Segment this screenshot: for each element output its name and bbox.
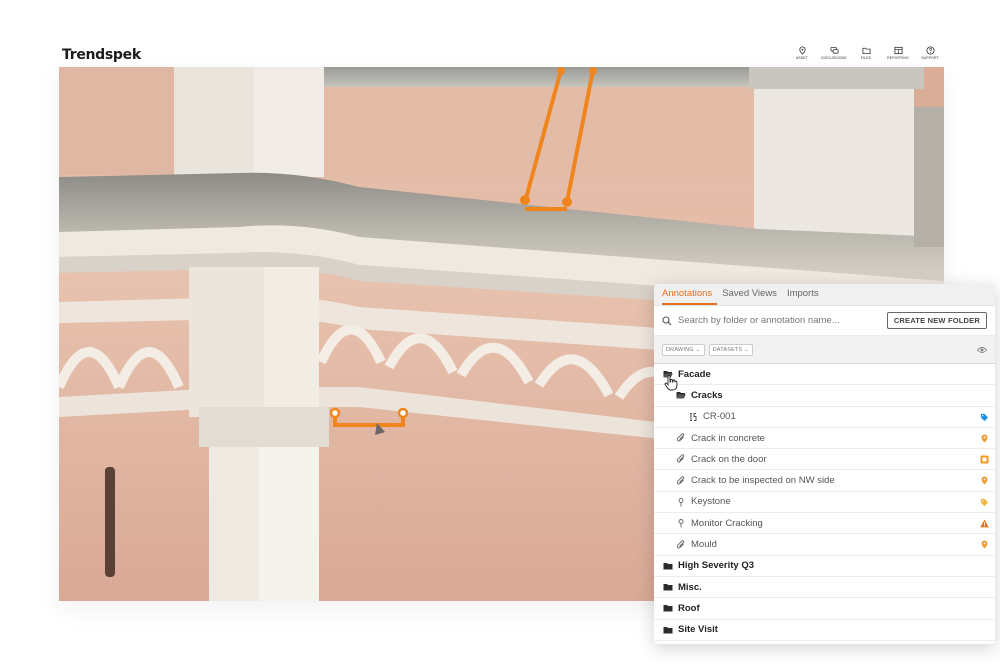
map-pin-icon — [798, 46, 806, 55]
warning-marker-icon[interactable] — [980, 519, 989, 528]
nav-support[interactable]: SUPPORT — [920, 46, 940, 60]
tag-marker-icon[interactable] — [980, 498, 989, 507]
annotation-row-cr-001[interactable]: CR-001 — [654, 407, 995, 428]
datasets-filter-dropdown[interactable]: DATASETS ⌄ — [708, 343, 754, 356]
paperclip-icon — [676, 433, 686, 443]
folder-row-site-visit[interactable]: Site Visit — [654, 620, 995, 641]
tab-imports[interactable]: Imports — [787, 288, 824, 305]
nav-discussions[interactable]: DISCUSSIONS — [821, 46, 847, 60]
chat-icon — [829, 46, 839, 54]
folder-row-high-severity-q3[interactable]: High Severity Q3 — [654, 556, 995, 577]
nav-discussions-label: DISCUSSIONS — [821, 56, 847, 60]
pin-marker-icon[interactable] — [980, 476, 989, 486]
folder-label: High Severity Q3 — [678, 560, 755, 572]
paperclip-icon — [676, 539, 686, 550]
annotation-label: Crack in concrete — [691, 432, 765, 444]
chevron-down-icon: ⌄ — [695, 346, 701, 353]
annotation-row-monitor-cracking[interactable]: Monitor Cracking — [654, 513, 995, 535]
pin-outline-icon — [676, 518, 686, 528]
folder-icon — [663, 603, 673, 613]
annotation-label: Crack on the door — [691, 453, 767, 465]
tag-marker-icon[interactable] — [980, 413, 989, 422]
tab-annotations[interactable]: Annotations — [662, 288, 718, 305]
annotation-row-mould[interactable]: Mould — [654, 534, 995, 556]
annotation-label: CR-001 — [703, 411, 736, 423]
annotation-row-crack-in-concrete[interactable]: Crack in concrete — [654, 428, 995, 450]
drawing-filter-label: DRAWING — [666, 346, 694, 353]
folder-row-facade[interactable]: Facade — [654, 364, 995, 386]
folder-label: Facade — [678, 368, 711, 380]
folder-row-roof[interactable]: Roof — [654, 598, 995, 620]
bracket-icon — [688, 412, 698, 422]
folder-label: Cracks — [691, 389, 723, 401]
annotation-row-keystone[interactable]: Keystone — [654, 492, 995, 514]
folder-label: Misc. — [678, 581, 702, 593]
pin-marker-icon[interactable] — [980, 434, 989, 443]
nav-asset-label: ASSET — [796, 56, 808, 60]
pin-marker-icon[interactable] — [980, 540, 989, 549]
folder-row-misc[interactable]: Misc. — [654, 577, 995, 599]
annotation-tree: Facade Cracks CR-001 Crack in concrete Crack… — [654, 364, 995, 641]
annotations-panel: Annotations Saved Views Imports CREATE N… — [654, 284, 995, 644]
annotation-label: Monitor Cracking — [691, 517, 763, 529]
help-icon — [925, 46, 935, 55]
app-page: Trendspek ASSET DISCUSSIONS FILES REPORT… — [0, 0, 1000, 667]
nav-support-label: SUPPORT — [921, 56, 939, 60]
folder-icon — [861, 47, 871, 55]
folder-row-cracks[interactable]: Cracks — [654, 385, 995, 407]
annotation-label: Crack to be inspected on NW side — [691, 475, 835, 487]
datasets-filter-label: DATASETS — [712, 346, 743, 353]
nav-files-label: FILES — [860, 56, 872, 60]
folder-label: Site Visit — [678, 624, 718, 636]
annotation-row-crack-on-the-door[interactable]: Crack on the door — [654, 449, 995, 471]
search-input[interactable] — [678, 315, 887, 326]
hand-cursor-icon — [664, 375, 678, 391]
nav-asset[interactable]: ASSET — [792, 46, 812, 60]
panel-tabs: Annotations Saved Views Imports — [654, 284, 995, 306]
annotation-label: Mould — [691, 539, 717, 551]
folder-icon — [663, 582, 673, 592]
annotation-row-crack-to-be-inspected-on-nw-side[interactable]: Crack to be inspected on NW side — [654, 470, 995, 492]
square-marker-icon[interactable] — [980, 455, 989, 464]
folder-open-icon — [676, 390, 686, 400]
filter-bar: DRAWING ⌄ DATASETS ⌄ — [654, 336, 995, 364]
chevron-down-icon: ⌄ — [744, 346, 750, 353]
trendspek-logo: Trendspek — [62, 47, 141, 63]
search-bar: CREATE NEW FOLDER — [654, 306, 995, 336]
paperclip-icon — [676, 475, 686, 486]
report-icon — [893, 46, 903, 55]
search-icon — [662, 315, 672, 325]
nav-files[interactable]: FILES — [856, 46, 876, 60]
folder-icon — [663, 625, 673, 635]
create-new-folder-button[interactable]: CREATE NEW FOLDER — [886, 312, 987, 329]
folder-label: Roof — [678, 602, 700, 614]
tab-saved-views[interactable]: Saved Views — [722, 288, 782, 305]
folder-icon — [663, 561, 673, 571]
nav-reporting-label: REPORTING — [887, 56, 909, 60]
top-navigation: ASSET DISCUSSIONS FILES REPORTING SUPPOR… — [792, 46, 940, 60]
paperclip-icon — [676, 454, 686, 464]
nav-reporting[interactable]: REPORTING — [887, 46, 909, 60]
eye-icon[interactable] — [977, 345, 987, 355]
drawing-filter-dropdown[interactable]: DRAWING ⌄ — [662, 343, 705, 356]
annotation-label: Keystone — [691, 496, 731, 508]
pin-outline-icon — [676, 497, 686, 507]
